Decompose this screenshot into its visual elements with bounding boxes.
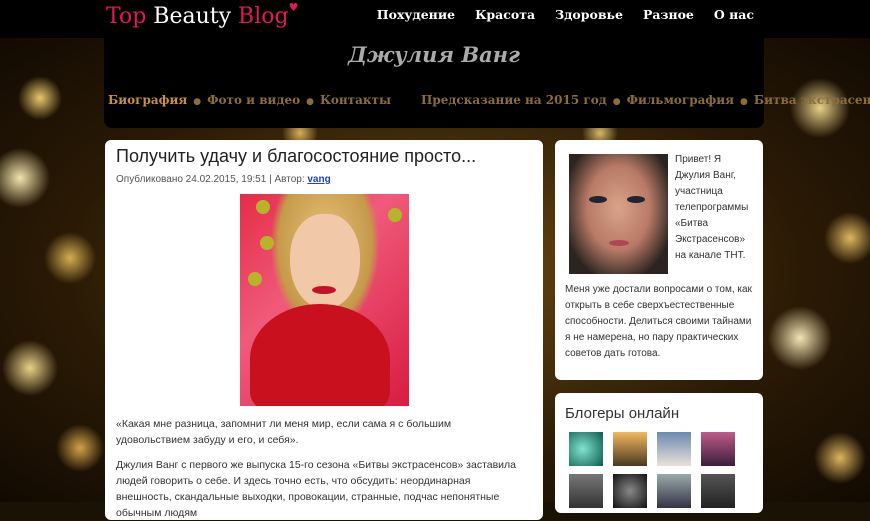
section-link-photo-video[interactable]: Фото и видео [207, 93, 300, 107]
blogger-avatar[interactable] [701, 432, 735, 466]
section-link-contacts[interactable]: Контакты [320, 93, 391, 107]
blogger-avatar[interactable] [657, 474, 691, 508]
separator-dot: ● [193, 97, 202, 107]
section-link-prediction-2015[interactable]: Предсказание на 2015 год [421, 93, 607, 107]
author-intro: Привет! Я Джулия Ванг, участница телепро… [675, 154, 749, 261]
blog-header: Джулия Ванг Биография ● Фото и видео ● Конта… [104, 38, 870, 128]
blogger-avatar[interactable] [613, 474, 647, 508]
author-widget: Привет! Я Джулия Ванг, участница телепро… [555, 140, 763, 380]
bloggers-online-title: Блогеры онлайн [565, 405, 680, 422]
author-link[interactable]: vang [307, 174, 330, 185]
post-card: Получить удачу и благосостояние просто..… [105, 140, 543, 520]
section-link-biography[interactable]: Биография [108, 93, 187, 107]
blogger-avatar[interactable] [701, 474, 735, 508]
blogger-avatar[interactable] [613, 432, 647, 466]
post-paragraph-2: Джулия Ванг с первого же выпуска 15-го с… [116, 459, 517, 519]
section-link-filmography[interactable]: Фильмография [627, 93, 734, 107]
nav-link-misc[interactable]: Разное [633, 0, 704, 38]
nav-link-beauty[interactable]: Красота [465, 0, 545, 38]
nav-link-about[interactable]: О нас [704, 0, 764, 38]
section-nav: Биография ● Фото и видео ● Контакты Предсказа… [108, 93, 870, 107]
logo-word-beauty: Beauty [153, 4, 232, 29]
top-nav-menu: Похудение Красота Здоровье Разное О нас [367, 0, 764, 38]
separator-dot: ● [612, 97, 621, 107]
author-description: Меня уже достали вопросами о том, как от… [565, 284, 752, 359]
separator-dot: ● [740, 97, 748, 107]
blogger-avatar[interactable] [657, 432, 691, 466]
post-meta: Опубликовано 24.02.2015, 19:51 | Автор: … [116, 174, 331, 185]
author-avatar [569, 154, 668, 274]
section-link-battle-psychics[interactable]: Битва экстрасенсов [754, 93, 870, 107]
site-logo[interactable]: Top Beauty Blog♥ [106, 1, 299, 29]
post-title[interactable]: Получить удачу и благосостояние просто..… [116, 146, 476, 167]
nav-link-weight-loss[interactable]: Похудение [367, 0, 465, 38]
logo-word-blog: Blog [238, 4, 289, 29]
separator-dot: ● [306, 97, 314, 107]
blogger-avatar[interactable] [569, 474, 603, 508]
site-title[interactable]: Джулия Ванг [104, 42, 764, 67]
post-date: Опубликовано 24.02.2015, 19:51 | Автор: [116, 174, 308, 185]
post-paragraph-1: «Какая мне разница, запомнит ли меня мир… [116, 418, 452, 446]
nav-link-health[interactable]: Здоровье [545, 0, 633, 38]
post-image [240, 194, 409, 406]
logo-word-top: Top [106, 4, 147, 29]
blogger-avatar[interactable] [569, 432, 603, 466]
bloggers-online-widget: Блогеры онлайн [555, 393, 763, 513]
heart-icon: ♥ [288, 1, 299, 14]
top-navigation-bar: Top Beauty Blog♥ Похудение Красота Здоро… [0, 0, 870, 38]
